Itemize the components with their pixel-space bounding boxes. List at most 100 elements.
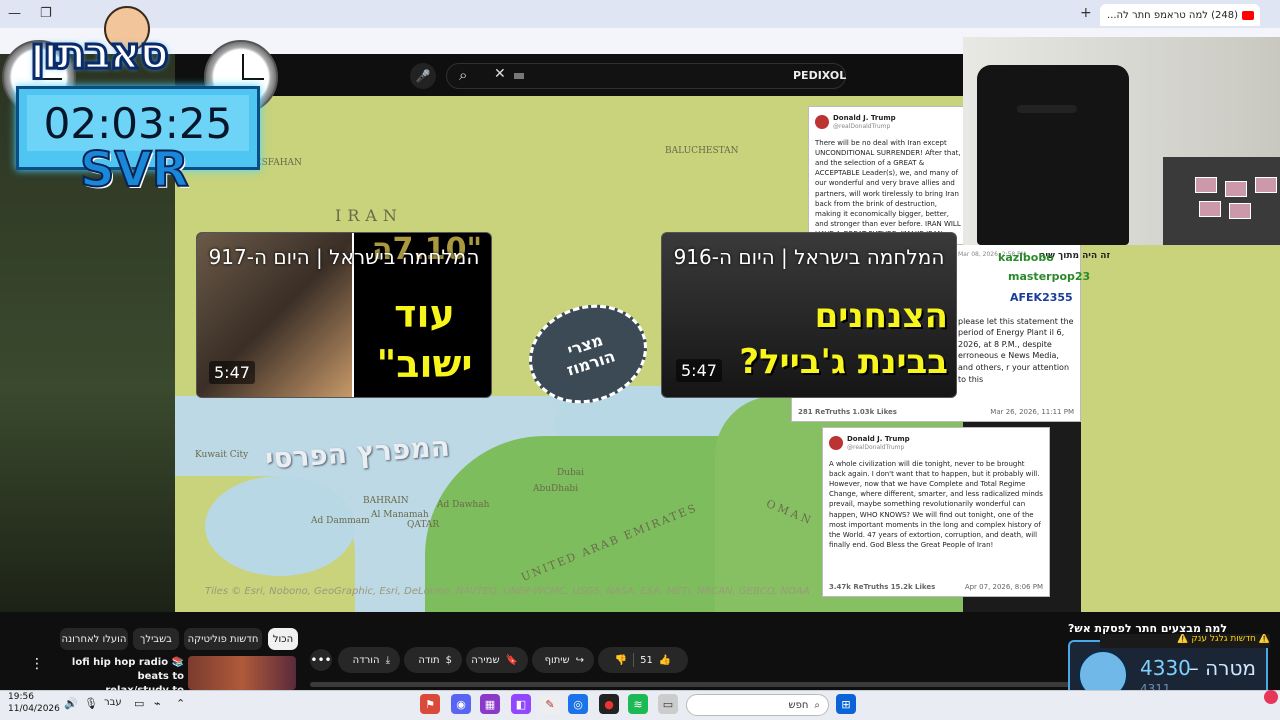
chat-username[interactable]: AFEK2355: [1010, 291, 1073, 304]
screen: — ❐ + (248) למה טראמפ חתר לה... 🎤 ⌕ ✕ PE…: [0, 0, 1280, 720]
video-title: המלחמה בישראל | היום ה-916: [673, 245, 945, 269]
download-icon: ⤓: [385, 654, 390, 666]
map-label: Dubai: [557, 468, 585, 478]
map-right-area: [1081, 245, 1280, 612]
video-duration: 5:47: [209, 361, 255, 384]
voice-search-button[interactable]: 🎤: [410, 63, 436, 89]
tweet-card: Donald J. Trump @realDonaldTrump A whole…: [822, 427, 1050, 597]
battery-icon[interactable]: ▭: [134, 697, 144, 710]
chevron-up-icon[interactable]: ⌃: [176, 697, 185, 710]
file-explorer-icon[interactable]: ▭: [658, 694, 678, 714]
share-icon: ↪: [575, 654, 584, 666]
browser-tab-youtube[interactable]: (248) למה טראמפ חתר לה...: [1100, 4, 1260, 26]
app-icon-3[interactable]: ▦: [480, 694, 500, 714]
mic-tray-icon[interactable]: 🎙: [84, 697, 98, 710]
goal-current: 4330: [1140, 656, 1191, 680]
video-duration: 5:47: [676, 359, 722, 382]
bookmark-icon: 🔖: [505, 654, 518, 666]
avatar: [829, 436, 843, 451]
more-actions-button[interactable]: •••: [310, 649, 332, 671]
tweet-handle: @realDonaldTrump: [847, 444, 905, 452]
chrome-icon[interactable]: ◎: [568, 694, 588, 714]
chat-username[interactable]: masterpop23: [1008, 270, 1090, 283]
keyboard-icon[interactable]: [514, 73, 524, 79]
search-placeholder: חפש: [788, 699, 809, 711]
map-label: Al Manamah: [371, 510, 429, 520]
tweet-date: Apr 07, 2026, 8:06 PM: [964, 582, 1043, 591]
map-label: Ad Dammam: [311, 516, 370, 526]
save-button[interactable]: 🔖 שמירה: [466, 647, 528, 673]
map-label: ESFAHAN: [255, 158, 302, 168]
thanks-label: תודה: [418, 654, 440, 666]
more-options-icon[interactable]: ⋮: [30, 656, 44, 672]
dislike-icon[interactable]: 👎: [615, 655, 627, 666]
map-label: BALUCHESTAN: [665, 146, 739, 156]
video-caption: הצנחנים: [814, 296, 948, 336]
map-label: BAHRAIN: [363, 496, 409, 506]
save-label: שמירה: [471, 654, 500, 666]
like-dislike-group[interactable]: 👎 51 👍: [598, 647, 688, 673]
spotify-icon[interactable]: ≋: [628, 694, 648, 714]
search-icon: ⌕: [814, 699, 820, 711]
chat-username[interactable]: kazlbobo: [998, 251, 1054, 264]
map-label: IRAN: [335, 206, 403, 225]
tweet-body: A whole civilization will die tonight, n…: [829, 459, 1043, 549]
clock-time: 19:56: [8, 692, 34, 702]
app-icon-1[interactable]: ⚑: [420, 694, 440, 714]
chip-recent[interactable]: הועלו לאחרונה: [60, 628, 128, 650]
system-clock[interactable]: 19:56 11/04/2026: [8, 692, 60, 715]
brand-title: סאבתון: [28, 27, 170, 81]
download-button[interactable]: ⤓ הורדה: [338, 647, 400, 673]
tweet-author: Donald J. Trump: [847, 435, 910, 443]
webcam-feed: [963, 37, 1280, 245]
video-card[interactable]: "7.10ה המלחמה בישראל | היום ה-917 עוד יש…: [196, 232, 492, 398]
notification-badge[interactable]: [1264, 690, 1278, 704]
tweet-body-tail: please let this statement the period of …: [958, 316, 1074, 384]
thanks-button[interactable]: $ תודה: [404, 647, 462, 673]
chip-politics[interactable]: חדשות פוליטיקה: [184, 628, 262, 650]
obs-icon[interactable]: ●: [599, 694, 619, 714]
share-button[interactable]: ↪ שיתוף: [532, 647, 594, 673]
map-label: QATAR: [407, 520, 440, 530]
chip-for-you[interactable]: בשבילך: [133, 628, 179, 650]
download-label: הורדה: [352, 654, 380, 666]
video-caption: ישוב": [376, 342, 473, 386]
avatar: [815, 115, 829, 130]
goal-label: מטרה –: [1188, 656, 1256, 680]
bahrain-water: [205, 476, 355, 576]
restore-button[interactable]: ❐: [40, 6, 52, 21]
map-label: Kuwait City: [195, 450, 249, 460]
taskbar-search[interactable]: ⌕ חפש: [686, 694, 829, 716]
thanks-icon: $: [445, 654, 452, 666]
new-tab-button[interactable]: +: [1080, 5, 1092, 21]
channel-name[interactable]: PEDIXOL: [793, 69, 846, 82]
like-icon[interactable]: 👍: [659, 655, 671, 666]
network-icon[interactable]: ⌁: [154, 697, 161, 710]
tweet-retruths: 3.47k ReTruths: [829, 582, 889, 591]
input-language[interactable]: עבר: [104, 697, 122, 708]
recommended-video-thumbnail[interactable]: [188, 656, 296, 690]
app-icon-5[interactable]: ✎: [540, 694, 560, 714]
scroll-track[interactable]: [310, 682, 1070, 687]
tweet-likes: 1.03k Likes: [852, 407, 897, 416]
tab-title: (248) למה טראמפ חתר לה...: [1107, 9, 1238, 21]
tweet-handle: @realDonaldTrump: [833, 123, 891, 131]
share-label: שיתוף: [544, 654, 570, 666]
video-caption: עוד: [394, 292, 455, 336]
windows-start-icon[interactable]: ⊞: [836, 694, 856, 714]
chip-all[interactable]: הכול: [268, 628, 298, 650]
recommended-title-line: lofi hip hop radio 📚 beats to: [71, 657, 184, 682]
video-card[interactable]: המלחמה בישראל | היום ה-916 הצנחנים בבינת…: [661, 232, 957, 398]
tweet-body: There will be no deal with Iran except U…: [815, 138, 961, 245]
discord-icon[interactable]: ◉: [451, 694, 471, 714]
twitch-icon[interactable]: ◧: [511, 694, 531, 714]
tweet-date: Mar 26, 2026, 11:11 PM: [990, 407, 1074, 416]
search-icon[interactable]: ⌕: [459, 66, 467, 84]
clear-search-icon[interactable]: ✕: [494, 66, 506, 82]
mic-icon: 🎤: [415, 69, 431, 83]
speaker-icon[interactable]: 🔊: [64, 697, 78, 710]
minimize-button[interactable]: —: [8, 6, 21, 21]
video-title: המלחמה בישראל | היום ה-917: [208, 245, 480, 269]
search-input[interactable]: [446, 63, 846, 89]
map-label: AbuDhabi: [533, 484, 579, 494]
